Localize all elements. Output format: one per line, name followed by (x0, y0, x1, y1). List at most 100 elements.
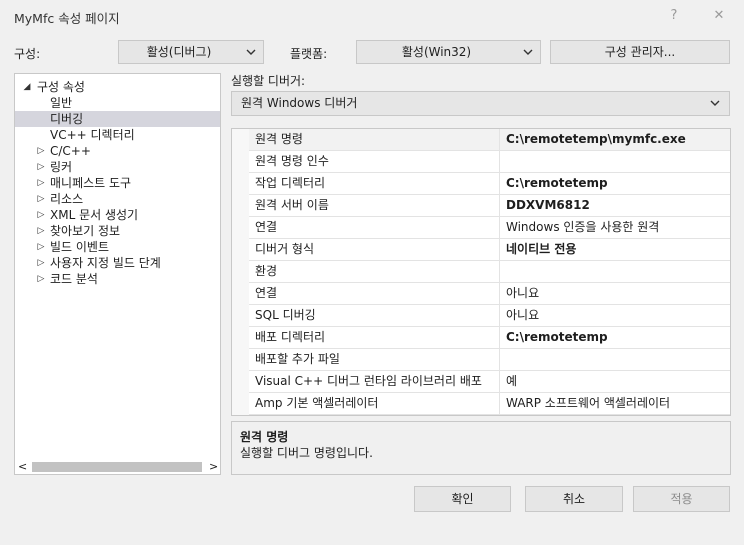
scroll-right-icon[interactable]: > (209, 459, 218, 475)
scroll-left-icon[interactable]: < (18, 459, 27, 475)
property-row[interactable]: 환경 (249, 261, 730, 283)
column-divider (499, 283, 500, 304)
property-value[interactable]: DDXVM6812 (506, 195, 590, 216)
property-row[interactable]: 연결 Windows 인증을 사용한 원격 (249, 217, 730, 239)
property-name: 배포 디렉터리 (255, 330, 326, 344)
debugger-label: 실행할 디버거: (231, 74, 306, 88)
tree-item[interactable]: 디버깅 (15, 111, 220, 127)
property-name: 연결 (255, 220, 278, 234)
tree-item-label: 매니페스트 도구 (50, 176, 132, 190)
horizontal-scrollbar[interactable]: < > (15, 459, 220, 475)
property-row[interactable]: 원격 명령 인수 (249, 151, 730, 173)
tree-item[interactable]: 일반 (15, 95, 220, 111)
column-divider (499, 393, 500, 414)
expand-arrow-icon[interactable]: ▷ (35, 207, 47, 223)
tree-item-label: 리소스 (50, 192, 84, 206)
property-row[interactable]: SQL 디버깅 아니요 (249, 305, 730, 327)
property-row[interactable]: 배포할 추가 파일 (249, 349, 730, 371)
property-name: 원격 명령 인수 (255, 154, 329, 168)
property-row[interactable]: 연결 아니요 (249, 283, 730, 305)
tree-item[interactable]: ▷ 사용자 지정 빌드 단계 (15, 255, 220, 271)
tree-item-label: VC++ 디렉터리 (50, 128, 135, 142)
column-divider (499, 239, 500, 260)
property-value[interactable]: 네이티브 전용 (506, 239, 576, 260)
expand-arrow-icon[interactable]: ▷ (35, 223, 47, 239)
property-row[interactable]: Amp 기본 액셀러레이터 WARP 소프트웨어 액셀러레이터 (249, 393, 730, 415)
property-value[interactable]: C:\remotetemp (506, 327, 608, 348)
property-row[interactable]: 작업 디렉터리 C:\remotetemp (249, 173, 730, 195)
tree-item[interactable]: ▷ 매니페스트 도구 (15, 175, 220, 191)
property-value[interactable]: C:\remotetemp (506, 173, 608, 194)
config-value: 활성(디버그) (146, 45, 212, 59)
property-value[interactable]: C:\remotetemp\mymfc.exe (506, 129, 686, 150)
ok-button[interactable]: 확인 (414, 486, 511, 512)
tree-item[interactable]: ▷ 빌드 이벤트 (15, 239, 220, 255)
expand-arrow-icon[interactable]: ▷ (35, 255, 47, 271)
property-row[interactable]: 원격 명령 C:\remotetemp\mymfc.exe (249, 129, 730, 151)
tree-item-label: 빌드 이벤트 (50, 240, 110, 254)
chevron-down-icon (709, 92, 721, 122)
tree-item-label: 코드 분석 (50, 272, 98, 286)
tree-item[interactable]: VC++ 디렉터리 (15, 127, 220, 143)
config-dropdown[interactable]: 활성(디버그) (118, 40, 264, 64)
tree-item[interactable]: ▷ 링커 (15, 159, 220, 175)
property-value[interactable]: 아니요 (506, 283, 539, 304)
property-name: 원격 서버 이름 (255, 198, 329, 212)
column-divider (499, 349, 500, 370)
property-name: 배포할 추가 파일 (255, 352, 340, 366)
property-value[interactable]: 예 (506, 371, 517, 392)
tree-item[interactable]: ▷ XML 문서 생성기 (15, 207, 220, 223)
apply-button[interactable]: 적용 (633, 486, 730, 512)
scrollbar-thumb[interactable] (32, 462, 202, 472)
expand-arrow-icon[interactable]: ▷ (35, 239, 47, 255)
property-row[interactable]: Visual C++ 디버그 런타임 라이브러리 배포 예 (249, 371, 730, 393)
property-row[interactable]: 원격 서버 이름 DDXVM6812 (249, 195, 730, 217)
property-row[interactable]: 배포 디렉터리 C:\remotetemp (249, 327, 730, 349)
property-name: 작업 디렉터리 (255, 176, 326, 190)
tree-item-label: 디버깅 (50, 112, 84, 126)
property-value[interactable]: WARP 소프트웨어 액셀러레이터 (506, 393, 670, 414)
column-divider (499, 371, 500, 392)
tree-item[interactable]: ▷ 코드 분석 (15, 271, 220, 287)
platform-value: 활성(Win32) (401, 45, 472, 59)
close-button[interactable]: ✕ (703, 5, 735, 27)
tree-item-label: 사용자 지정 빌드 단계 (50, 256, 161, 270)
platform-label: 플랫폼: (290, 47, 328, 61)
expand-arrow-icon[interactable]: ▷ (35, 271, 47, 287)
property-name: Visual C++ 디버그 런타임 라이브러리 배포 (255, 374, 482, 388)
column-divider (499, 195, 500, 216)
config-manager-button[interactable]: 구성 관리자... (550, 40, 730, 64)
tree-item[interactable]: ▷ C/C++ (15, 143, 220, 159)
tree-item[interactable]: ▷ 찾아보기 정보 (15, 223, 220, 239)
config-label: 구성: (14, 47, 41, 61)
help-button[interactable]: ? (658, 5, 690, 27)
expand-arrow-icon[interactable]: ▷ (35, 191, 47, 207)
tree-item-label: 찾아보기 정보 (50, 224, 121, 238)
tree-item[interactable]: ▷ 리소스 (15, 191, 220, 207)
debugger-dropdown[interactable]: 원격 Windows 디버거 (231, 91, 730, 116)
expanded-triangle-icon: ◢ (23, 82, 31, 92)
property-grid: 원격 명령 C:\remotetemp\mymfc.exe 원격 명령 인수작업 디… (231, 128, 731, 416)
tree-item-label: C/C++ (50, 144, 91, 158)
property-row[interactable]: 디버거 형식 네이티브 전용 (249, 239, 730, 261)
property-value[interactable]: Windows 인증을 사용한 원격 (506, 217, 659, 238)
property-name: 환경 (255, 264, 278, 278)
tree-item-label: XML 문서 생성기 (50, 208, 139, 222)
chevron-down-icon (245, 41, 257, 70)
property-value[interactable]: 아니요 (506, 305, 539, 326)
debugger-value: 원격 Windows 디버거 (241, 96, 358, 110)
tree-root-label: 구성 속성 (37, 80, 85, 94)
platform-dropdown[interactable]: 활성(Win32) (356, 40, 541, 64)
expand-arrow-icon[interactable]: ▷ (35, 175, 47, 191)
property-name: 원격 명령 (255, 132, 303, 146)
column-divider (499, 129, 500, 150)
tree-item-label: 일반 (50, 96, 73, 110)
property-name: SQL 디버깅 (255, 308, 316, 322)
tree-item-label: 링커 (50, 160, 73, 174)
cancel-button[interactable]: 취소 (525, 486, 623, 512)
description-title: 원격 명령 (240, 430, 289, 444)
property-name: Amp 기본 액셀러레이터 (255, 396, 379, 410)
chevron-down-icon (522, 41, 534, 70)
expand-arrow-icon[interactable]: ▷ (35, 159, 47, 175)
expand-arrow-icon[interactable]: ▷ (35, 143, 47, 159)
